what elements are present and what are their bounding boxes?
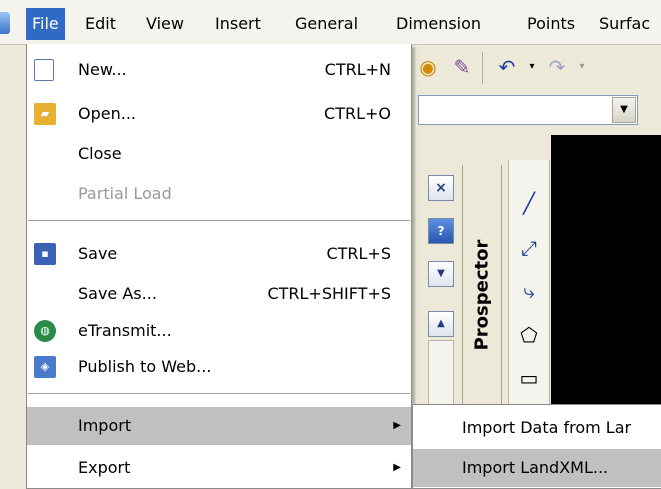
chevron-down-icon[interactable]: ▼ [612, 97, 636, 123]
polyline-tool-icon[interactable]: ⤷ [516, 278, 542, 304]
submenu-item-import-landxml[interactable]: Import LandXML... [413, 449, 661, 487]
menu-item-etransmit[interactable]: ◍ eTransmit... [27, 312, 411, 350]
polygon-tool-icon[interactable]: ⬠ [516, 322, 542, 348]
line-tool-icon[interactable]: ╱ [516, 190, 542, 216]
dropdown-arrow-icon[interactable]: ▼ [428, 261, 454, 287]
rectangle-tool-icon[interactable]: ▭ [516, 365, 542, 391]
floppy-disk-icon: ▪ [34, 243, 56, 265]
brush-icon[interactable]: ✎ [450, 55, 474, 79]
menu-file[interactable]: File [26, 8, 65, 40]
submenu-item-import-data[interactable]: Import Data from Lar [413, 409, 661, 447]
menu-separator [28, 393, 410, 394]
submenu-arrow-icon: ▶ [393, 420, 401, 431]
file-menu: New... CTRL+N ▰ Open... CTRL+O Close Par… [26, 44, 412, 489]
menu-separator [28, 220, 410, 221]
menu-view[interactable]: View [140, 8, 190, 40]
import-submenu: Import Data from Lar Import LandXML... [412, 404, 661, 489]
menu-item-close[interactable]: Close [27, 135, 411, 173]
menu-item-open[interactable]: ▰ Open... CTRL+O [27, 95, 411, 133]
layer-combo[interactable]: ▼ [418, 95, 638, 125]
etransmit-icon: ◍ [34, 320, 56, 342]
menu-insert[interactable]: Insert [209, 8, 267, 40]
menu-edit[interactable]: Edit [79, 8, 122, 40]
sun-icon[interactable]: ◉ [416, 55, 440, 79]
toolbar-separator [482, 52, 483, 84]
redo-dropdown-icon[interactable]: ▾ [570, 55, 594, 79]
publish-web-icon: ◈ [34, 356, 56, 378]
new-document-icon [34, 59, 54, 81]
close-panel-icon[interactable]: × [428, 175, 454, 201]
menu-general[interactable]: General [289, 8, 364, 40]
undo-dropdown-icon[interactable]: ▾ [520, 55, 544, 79]
redo-icon[interactable]: ↷ [545, 55, 569, 79]
menu-item-save[interactable]: ▪ Save CTRL+S [27, 235, 411, 273]
menu-item-save-as[interactable]: Save As... CTRL+SHIFT+S [27, 275, 411, 313]
construction-line-icon[interactable]: ⤢ [516, 235, 542, 261]
undo-icon[interactable]: ↶ [495, 55, 519, 79]
prospector-tab[interactable]: Prospector [465, 225, 499, 365]
menu-item-partial-load: Partial Load [78, 184, 172, 203]
menu-item-publish-web[interactable]: ◈ Publish to Web... [27, 348, 411, 386]
menu-surfaces[interactable]: Surfac [593, 8, 656, 40]
menu-item-import[interactable]: Import ▶ [27, 407, 411, 445]
menu-dimension[interactable]: Dimension [390, 8, 487, 40]
help-icon[interactable]: ? [428, 218, 454, 244]
menu-points[interactable]: Points [521, 8, 581, 40]
prospector-label: Prospector [471, 239, 493, 351]
app-icon [0, 12, 10, 34]
submenu-arrow-icon: ▶ [393, 462, 401, 473]
menu-item-new[interactable]: New... CTRL+N [27, 51, 411, 89]
open-folder-icon: ▰ [34, 103, 56, 125]
scroll-up-icon[interactable]: ▲ [428, 311, 454, 337]
menu-bar: File Edit View Insert General Dimension … [0, 0, 661, 45]
menu-item-export[interactable]: Export ▶ [27, 449, 411, 487]
